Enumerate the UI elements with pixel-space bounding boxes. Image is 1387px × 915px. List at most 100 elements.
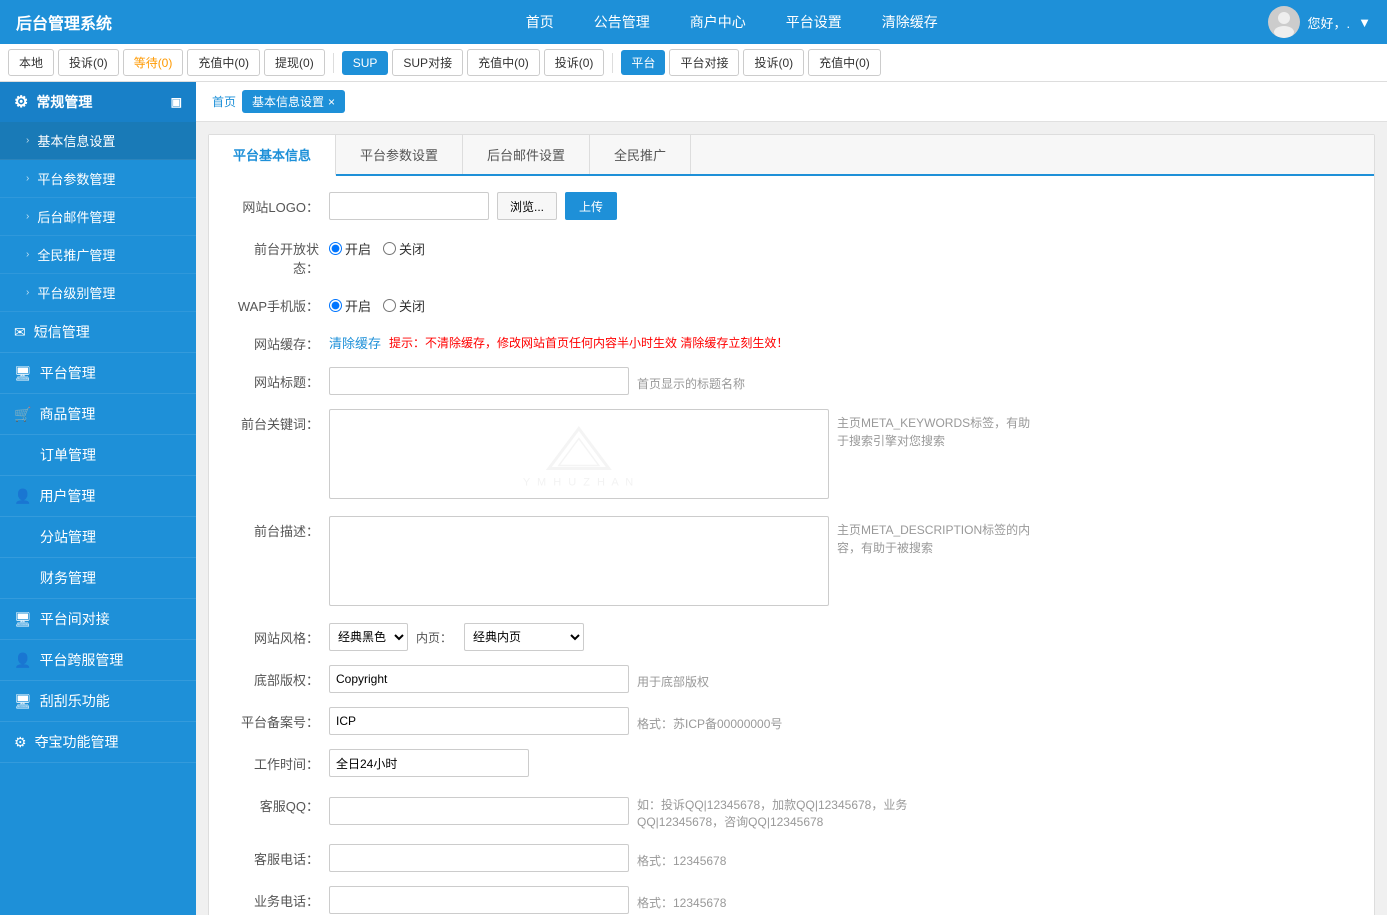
sidebar-section-finance[interactable]: 财务管理 (0, 558, 196, 599)
worktime-label: 工作时间： (229, 749, 329, 773)
sidebar-item-platform-params[interactable]: › 平台参数管理 (0, 160, 196, 198)
logo-input[interactable] (329, 192, 489, 220)
icp-label: 平台备案号： (229, 707, 329, 731)
wap-label: WAP手机版： (229, 291, 329, 315)
sidebar-item-promote[interactable]: › 全民推广管理 (0, 236, 196, 274)
qq-hint: 如：投诉QQ|12345678，加款QQ|12345678，业务QQ|12345… (637, 791, 917, 830)
nav-sup-connect[interactable]: SUP对接 (392, 49, 463, 76)
breadcrumb: 首页 基本信息设置 × (196, 82, 1387, 122)
breadcrumb-close[interactable]: × (328, 95, 335, 109)
nav-announcement[interactable]: 公告管理 (594, 12, 650, 32)
wap-radio: 开启 关闭 (329, 291, 425, 315)
inner-select[interactable]: 经典内页 简约内页 (464, 623, 584, 651)
wap-radio-open[interactable]: 开启 (329, 296, 371, 315)
nav-platform[interactable]: 平台 (621, 50, 665, 75)
nav-recharge[interactable]: 充值中(0) (187, 49, 260, 76)
title-input[interactable] (329, 367, 629, 395)
breadcrumb-home[interactable]: 首页 (212, 93, 236, 110)
style-select[interactable]: 经典黑色 清新白色 简约蓝色 (329, 623, 408, 651)
business-phone-hint: 格式：12345678 (637, 889, 726, 911)
upload-button[interactable]: 上传 (565, 192, 617, 220)
worktime-input[interactable] (329, 749, 529, 777)
icp-hint: 格式：苏ICP备00000000号 (637, 710, 782, 732)
nav-waiting[interactable]: 等待(0) (123, 49, 184, 76)
clear-cache-link[interactable]: 清除缓存 (329, 333, 381, 352)
nav-complain-0[interactable]: 投诉(0) (58, 49, 119, 76)
copyright-label: 底部版权： (229, 665, 329, 689)
nav-home[interactable]: 首页 (526, 12, 554, 32)
tab-email[interactable]: 后台邮件设置 (463, 135, 590, 174)
divider-2 (612, 53, 613, 73)
sidebar-section-crossserver[interactable]: 👤 平台跨服管理 (0, 640, 196, 681)
dropdown-icon[interactable]: ▼ (1358, 15, 1371, 30)
description-controls: 主页META_DESCRIPTION标签的内容，有助于被搜索 (329, 516, 1354, 609)
sidebar-section-goods[interactable]: 🛒 商品管理 (0, 394, 196, 435)
description-textarea-wrap (329, 516, 829, 609)
logo-label: 网站LOGO： (229, 192, 329, 216)
wap-radio-close[interactable]: 关闭 (383, 296, 425, 315)
tab-params[interactable]: 平台参数设置 (336, 135, 463, 174)
radio-open[interactable]: 开启 (329, 239, 371, 258)
sidebar-section-order[interactable]: 订单管理 (0, 435, 196, 476)
arrow-icon: › (26, 135, 29, 146)
nav-clear-cache[interactable]: 清除缓存 (882, 12, 938, 32)
nav-platform-connect[interactable]: 平台对接 (669, 49, 739, 76)
nav-platform-settings[interactable]: 平台设置 (786, 12, 842, 32)
sidebar-item-level[interactable]: › 平台级别管理 (0, 274, 196, 312)
icp-row: 平台备案号： 格式：苏ICP备00000000号 (229, 707, 1354, 735)
qq-input[interactable] (329, 797, 629, 825)
breadcrumb-current: 基本信息设置 × (242, 90, 345, 113)
phone-input[interactable] (329, 844, 629, 872)
nav-links: 首页 公告管理 商户中心 平台设置 清除缓存 (196, 12, 1268, 32)
crossserver-icon: 👤 (14, 652, 31, 669)
user-icon: 👤 (14, 488, 31, 505)
keywords-textarea[interactable] (329, 409, 829, 499)
phone-row: 客服电话： 格式：12345678 (229, 844, 1354, 872)
main-layout: ⚙ 常规管理 ▣ › 基本信息设置 › 平台参数管理 › 后台邮件管理 › 全民… (0, 82, 1387, 915)
sidebar-section-user[interactable]: 👤 用户管理 (0, 476, 196, 517)
keywords-textarea-wrap: Y M H U Z H A N (329, 409, 829, 502)
icp-input[interactable] (329, 707, 629, 735)
sidebar-item-email[interactable]: › 后台邮件管理 (0, 198, 196, 236)
sidebar-section-connect[interactable]: 🖥 平台间对接 (0, 599, 196, 640)
title-hint: 首页显示的标题名称 (637, 370, 745, 392)
sidebar-section-treasure[interactable]: ⚙ 夺宝功能管理 (0, 722, 196, 763)
user-greeting: 您好，. (1308, 13, 1351, 32)
tab-promote[interactable]: 全民推广 (590, 135, 691, 174)
nav-withdraw[interactable]: 提现(0) (264, 49, 325, 76)
logo-controls: 浏览... 上传 (329, 192, 1354, 220)
tab-basic-info[interactable]: 平台基本信息 (209, 135, 336, 176)
radio-open-input[interactable] (329, 242, 342, 255)
sms-icon: ✉ (14, 324, 26, 341)
wap-radio-open-input[interactable] (329, 299, 342, 312)
radio-close-input[interactable] (383, 242, 396, 255)
sidebar-section-sms[interactable]: ✉ 短信管理 (0, 312, 196, 353)
browse-button[interactable]: 浏览... (497, 192, 557, 220)
nav-sup[interactable]: SUP (342, 51, 389, 75)
copyright-input[interactable] (329, 665, 629, 693)
nav-merchant[interactable]: 商户中心 (690, 12, 746, 32)
nav-platform-complain[interactable]: 投诉(0) (743, 49, 804, 76)
business-phone-input[interactable] (329, 886, 629, 914)
nav-sup-complain[interactable]: 投诉(0) (544, 49, 605, 76)
wap-radio-close-input[interactable] (383, 299, 396, 312)
nav-sup-recharge[interactable]: 充值中(0) (467, 49, 540, 76)
description-textarea[interactable] (329, 516, 829, 606)
sidebar-section-scratch[interactable]: 🖥 刮刮乐功能 (0, 681, 196, 722)
wap-row: WAP手机版： 开启 关闭 (229, 291, 1354, 315)
nav-local[interactable]: 本地 (8, 49, 54, 76)
platform-icon: 🖥 (14, 365, 32, 382)
worktime-controls (329, 749, 1354, 777)
nav-platform-recharge[interactable]: 充值中(0) (808, 49, 881, 76)
arrow-icon: › (26, 287, 29, 298)
sidebar-section-branch[interactable]: 分站管理 (0, 517, 196, 558)
sidebar-item-basic-info[interactable]: › 基本信息设置 (0, 122, 196, 160)
cache-label: 网站缓存： (229, 329, 329, 353)
sidebar-collapse-icon[interactable]: ▣ (171, 95, 182, 109)
qq-controls: 如：投诉QQ|12345678，加款QQ|12345678，业务QQ|12345… (329, 791, 1354, 830)
frontend-status-label: 前台开放状态： (229, 234, 329, 277)
sidebar-section-platform[interactable]: 🖥 平台管理 (0, 353, 196, 394)
icp-controls: 格式：苏ICP备00000000号 (329, 707, 1354, 735)
phone-controls: 格式：12345678 (329, 844, 1354, 872)
radio-close[interactable]: 关闭 (383, 239, 425, 258)
